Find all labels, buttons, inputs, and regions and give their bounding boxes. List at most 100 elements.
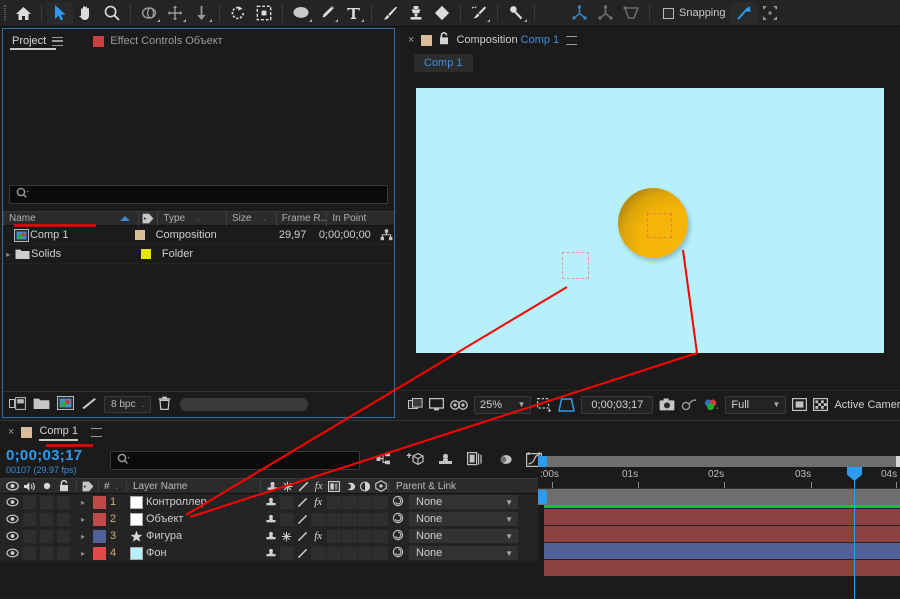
layer-label-swatch[interactable] bbox=[90, 529, 108, 543]
composition-mini-flowchart-icon[interactable] bbox=[376, 452, 393, 469]
motion-blur-switch[interactable] bbox=[342, 495, 357, 509]
motion-blur-header-icon[interactable] bbox=[343, 481, 358, 492]
layer-label-swatch[interactable] bbox=[90, 546, 108, 560]
region-of-interest-toggle[interactable] bbox=[792, 398, 808, 411]
solo-icon[interactable] bbox=[38, 481, 55, 491]
frame-blend-switch[interactable] bbox=[326, 495, 342, 509]
video-visibility-icon[interactable] bbox=[4, 481, 21, 491]
shy-switch[interactable] bbox=[264, 531, 279, 542]
solo-toggle[interactable] bbox=[38, 529, 55, 543]
column-size[interactable]: Size. bbox=[225, 211, 276, 226]
solo-toggle[interactable] bbox=[38, 546, 55, 560]
quality-switch[interactable] bbox=[295, 497, 310, 508]
layer-duration-bar[interactable] bbox=[544, 526, 900, 542]
three-d-switch[interactable] bbox=[373, 529, 388, 543]
column-label-tag[interactable] bbox=[137, 211, 158, 226]
draft-3d-icon[interactable] bbox=[406, 452, 424, 470]
breadcrumb-comp1[interactable]: Comp 1 bbox=[414, 54, 473, 72]
layer-twirl-icon[interactable]: ▸ bbox=[76, 549, 90, 558]
bit-depth-button[interactable]: 8 bpc . bbox=[104, 396, 152, 413]
lock-icon-header[interactable] bbox=[55, 480, 72, 492]
layer-duration-bar[interactable] bbox=[544, 543, 900, 559]
motion-blur-switch[interactable] bbox=[342, 546, 357, 560]
orbit-tool-icon[interactable] bbox=[136, 2, 162, 24]
delete-button[interactable] bbox=[158, 396, 171, 413]
layer-label-swatch[interactable] bbox=[90, 495, 108, 509]
parent-pickwhip-icon[interactable] bbox=[392, 529, 405, 544]
three-d-layer-header-icon[interactable] bbox=[374, 480, 389, 492]
video-visibility-toggle[interactable] bbox=[4, 548, 21, 558]
frame-blending-icon[interactable] bbox=[467, 452, 483, 469]
timeline-search-input[interactable] bbox=[110, 451, 360, 470]
layer-duration-bar[interactable] bbox=[544, 509, 900, 525]
type-tool-icon[interactable] bbox=[340, 2, 366, 24]
frame-blend-switch[interactable] bbox=[326, 512, 342, 526]
shy-switch[interactable] bbox=[264, 548, 279, 559]
project-item-label-cell[interactable] bbox=[135, 249, 162, 259]
column-sort-indicator[interactable] bbox=[113, 211, 138, 226]
zoom-tool-icon[interactable] bbox=[99, 2, 125, 24]
layer-twirl-icon[interactable]: ▸ bbox=[76, 515, 90, 524]
collapse-switch[interactable] bbox=[279, 512, 295, 526]
composition-viewer[interactable] bbox=[400, 74, 900, 390]
audio-toggle[interactable] bbox=[21, 546, 38, 560]
shy-switch[interactable] bbox=[264, 514, 279, 525]
quality-switch[interactable] bbox=[295, 514, 310, 525]
brush-tool-icon[interactable] bbox=[377, 2, 403, 24]
snapping-toggle[interactable]: Snapping bbox=[663, 7, 726, 19]
timeline-graph-area[interactable]: :00s 01s 02s 03s 04s bbox=[538, 421, 900, 599]
shy-switch[interactable] bbox=[264, 497, 279, 508]
roto-brush-tool-icon[interactable] bbox=[466, 2, 492, 24]
audio-icon[interactable] bbox=[21, 481, 38, 492]
transform-box-icon[interactable] bbox=[757, 2, 783, 24]
new-folder-button[interactable] bbox=[33, 397, 50, 413]
project-settings-button[interactable] bbox=[81, 397, 97, 413]
parent-link-header[interactable]: Parent & Link bbox=[388, 480, 528, 492]
take-snapshot-button[interactable] bbox=[659, 398, 675, 411]
effect-controls-tab[interactable]: Effect Controls Объект bbox=[84, 29, 231, 53]
timeline-zoom-scrollbar[interactable] bbox=[538, 456, 900, 467]
parent-select[interactable]: None ▼ bbox=[409, 512, 518, 526]
row-twirl-icon[interactable]: ▸ bbox=[3, 250, 14, 259]
effects-switch[interactable] bbox=[310, 546, 326, 560]
view-axis-icon[interactable] bbox=[618, 2, 644, 24]
new-composition-button[interactable] bbox=[57, 396, 74, 413]
interpret-footage-button[interactable] bbox=[9, 396, 26, 413]
three-d-switch[interactable] bbox=[373, 495, 388, 509]
dolly-tool-icon[interactable] bbox=[188, 2, 214, 24]
timeline-tab-title[interactable]: Comp 1 bbox=[39, 425, 78, 441]
project-tab[interactable]: Project bbox=[3, 29, 72, 53]
parent-pickwhip-icon[interactable] bbox=[392, 495, 405, 510]
align-snap-icon[interactable] bbox=[730, 2, 757, 24]
main-view-button[interactable] bbox=[408, 398, 423, 411]
timeline-scroll-knob-right[interactable] bbox=[896, 456, 900, 467]
hide-shy-layers-icon[interactable] bbox=[437, 452, 454, 469]
magnification-select[interactable]: 25% ▼ bbox=[474, 395, 532, 414]
rotation-tool-icon[interactable] bbox=[225, 2, 251, 24]
parent-select[interactable]: None ▼ bbox=[409, 495, 518, 509]
playhead[interactable] bbox=[847, 467, 862, 599]
adjustment-switch[interactable] bbox=[357, 495, 373, 509]
layer-name[interactable]: Контроллер bbox=[146, 496, 260, 508]
timeline-ruler[interactable]: :00s 01s 02s 03s 04s bbox=[538, 467, 900, 489]
lock-toggle[interactable] bbox=[55, 512, 72, 526]
quality-switch[interactable] bbox=[295, 531, 310, 542]
layer-duration-bar[interactable] bbox=[544, 560, 900, 576]
work-area-start-handle[interactable] bbox=[538, 490, 547, 504]
local-axis-icon[interactable] bbox=[566, 2, 592, 24]
clone-stamp-tool-icon[interactable] bbox=[403, 2, 429, 24]
layer-name[interactable]: Фон bbox=[146, 547, 260, 559]
audio-toggle[interactable] bbox=[21, 512, 38, 526]
transparency-grid-button[interactable] bbox=[813, 398, 829, 411]
three-d-switch[interactable] bbox=[373, 512, 388, 526]
motion-blur-icon[interactable] bbox=[496, 453, 513, 469]
column-name[interactable]: Name bbox=[3, 211, 113, 226]
world-axis-icon[interactable] bbox=[592, 2, 618, 24]
composition-stage[interactable] bbox=[416, 88, 884, 353]
toggle-mask-paths-button[interactable] bbox=[450, 399, 468, 411]
anchor-point-tool-icon[interactable] bbox=[251, 2, 277, 24]
show-snapshot-button[interactable] bbox=[681, 398, 697, 411]
anchor-point-controller[interactable] bbox=[562, 252, 589, 279]
project-horizontal-scrollbar[interactable] bbox=[180, 398, 309, 411]
effects-header-icon[interactable]: fx bbox=[312, 480, 327, 492]
